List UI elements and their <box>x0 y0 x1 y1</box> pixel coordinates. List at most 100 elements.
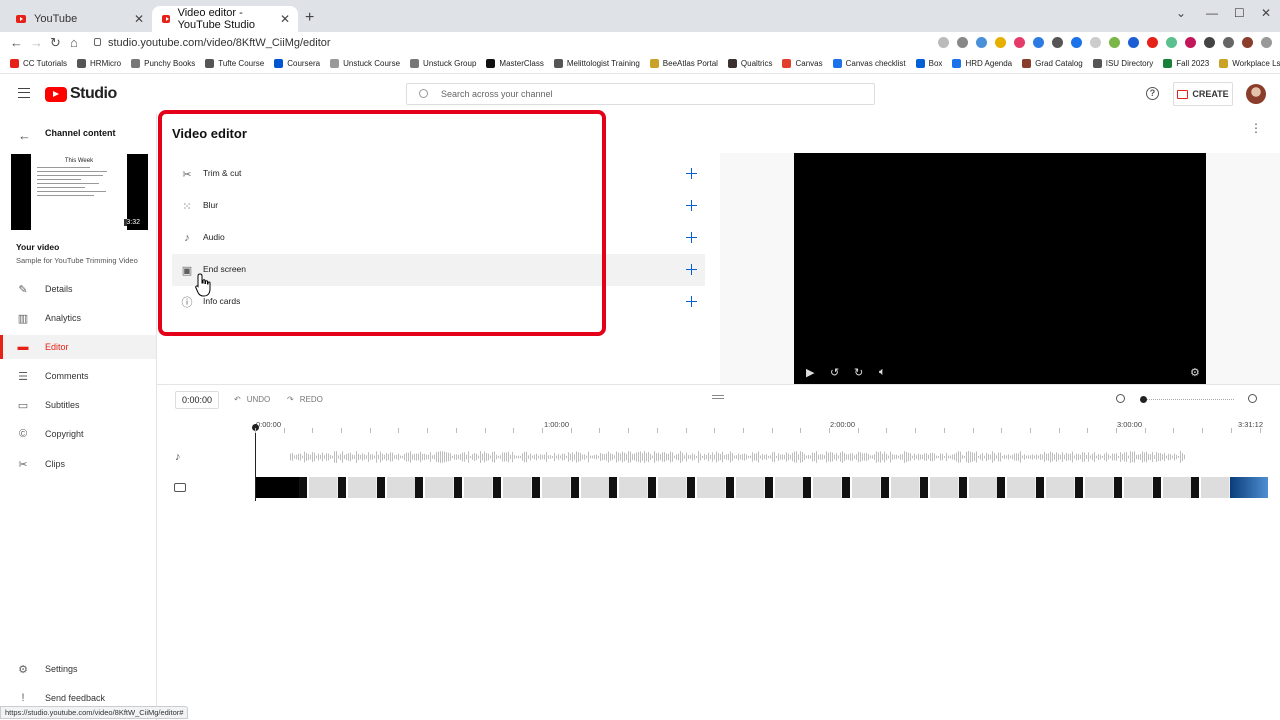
tool-audio[interactable]: ♪ Audio <box>172 222 705 254</box>
new-tab-icon[interactable]: + <box>305 9 314 27</box>
bookmark-item[interactable]: Workplace Lshp Bk <box>1219 59 1280 68</box>
extension-icon[interactable] <box>1185 37 1196 48</box>
forward-10-icon[interactable]: ↻ <box>854 366 863 379</box>
bookmark-item[interactable]: Unstuck Group <box>410 59 476 68</box>
bookmark-item[interactable]: Coursera <box>274 59 320 68</box>
sidebar-item-subtitles[interactable]: ▭ Subtitles <box>0 393 156 417</box>
extension-icon[interactable] <box>1147 37 1158 48</box>
resize-handle-icon[interactable] <box>712 395 724 399</box>
extension-icon[interactable] <box>1052 37 1063 48</box>
search-input[interactable]: Search across your channel <box>441 89 553 99</box>
close-tab-icon[interactable]: ✕ <box>280 12 290 26</box>
bookmark-item[interactable]: HRMicro <box>77 59 121 68</box>
extension-icon[interactable] <box>995 37 1006 48</box>
sidebar-item-details[interactable]: ✎ Details <box>0 277 156 301</box>
tab-video-editor[interactable]: Video editor - YouTube Studio ✕ <box>152 6 298 32</box>
tool-end-screen[interactable]: ▣ End screen <box>172 254 705 286</box>
bookmark-item[interactable]: Canvas <box>782 59 823 68</box>
back-arrow-icon[interactable]: ← <box>18 128 31 143</box>
volume-icon[interactable]: 🔈︎ <box>879 366 886 379</box>
sidebar-item-clips[interactable]: ✂ Clips <box>0 452 156 476</box>
tool-trim-cut[interactable]: ✂ Trim & cut <box>172 158 705 190</box>
bookmark-item[interactable]: Tufte Course <box>205 59 264 68</box>
add-icon[interactable] <box>686 264 697 275</box>
reload-icon[interactable]: ↻ <box>50 35 61 51</box>
video-filmstrip[interactable] <box>255 477 1269 498</box>
bookmark-item[interactable]: Melittologist Training <box>553 59 640 68</box>
bookmark-item[interactable]: Unstuck Course <box>330 59 400 68</box>
zoom-out-icon[interactable] <box>1116 394 1125 403</box>
search-box[interactable]: Search across your channel <box>406 83 875 105</box>
avatar[interactable] <box>1246 84 1266 104</box>
menu-kebab-icon[interactable] <box>1261 37 1272 48</box>
extension-icon[interactable] <box>1071 37 1082 48</box>
rewind-10-icon[interactable]: ↺ <box>830 366 839 379</box>
close-window-icon[interactable]: ✕ <box>1261 6 1271 20</box>
star-icon[interactable] <box>957 37 968 48</box>
extension-icon[interactable] <box>1033 37 1044 48</box>
forward-icon[interactable]: → <box>30 35 43 50</box>
home-icon[interactable]: ⌂ <box>70 35 78 50</box>
sidebar-item-settings[interactable]: ⚙ Settings <box>0 657 156 681</box>
bookmark-item[interactable]: ISU Directory <box>1092 59 1153 68</box>
sidepanel-icon[interactable] <box>1223 37 1234 48</box>
bookmark-item[interactable]: CC Tutorials <box>10 59 67 68</box>
add-icon[interactable] <box>686 296 697 307</box>
zoom-in-icon[interactable] <box>1248 394 1257 403</box>
bookmark-label: Coursera <box>287 59 321 68</box>
more-options-icon[interactable]: ⋮ <box>1250 122 1262 134</box>
playhead[interactable] <box>252 424 259 501</box>
bookmark-item[interactable]: HRD Agenda <box>952 59 1012 68</box>
extension-icon[interactable] <box>1090 37 1101 48</box>
sidebar-item-comments[interactable]: ☰ Comments <box>0 364 156 388</box>
bookmark-item[interactable]: MasterClass <box>486 59 544 68</box>
video-player[interactable] <box>794 153 1206 384</box>
ruler-tick <box>1001 428 1002 433</box>
extension-icon[interactable] <box>976 37 987 48</box>
play-icon[interactable]: ▶ <box>806 366 814 379</box>
share-icon[interactable] <box>938 37 949 48</box>
bookmark-item[interactable]: Box <box>915 59 942 68</box>
extension-icon[interactable] <box>1128 37 1139 48</box>
minimize-icon[interactable]: — <box>1206 6 1218 20</box>
extension-icon[interactable] <box>1014 37 1025 48</box>
tab-search-chevron-icon[interactable]: ⌄ <box>1176 6 1186 20</box>
gear-icon[interactable]: ⚙ <box>1190 366 1200 379</box>
maximize-icon[interactable]: ☐ <box>1234 6 1245 20</box>
undo-button[interactable]: ↶ UNDO <box>234 395 270 404</box>
bookmark-item[interactable]: Punchy Books <box>131 59 195 68</box>
create-button[interactable]: CREATE <box>1173 82 1233 106</box>
profile-icon[interactable] <box>1242 37 1253 48</box>
channel-content-link[interactable]: Channel content <box>45 128 116 138</box>
studio-logo[interactable]: Studio <box>45 85 117 103</box>
bookmark-item[interactable]: Canvas checklist <box>832 59 906 68</box>
back-icon[interactable]: ← <box>10 35 23 50</box>
audio-waveform[interactable] <box>290 450 1185 464</box>
add-icon[interactable] <box>686 168 697 179</box>
extension-icon[interactable] <box>1109 37 1120 48</box>
sidebar-item-analytics[interactable]: ▥ Analytics <box>0 306 156 330</box>
bookmark-label: Melittologist Training <box>566 59 640 68</box>
menu-icon[interactable] <box>18 88 30 98</box>
redo-button[interactable]: ↷ REDO <box>287 395 323 404</box>
tab-youtube[interactable]: YouTube ✕ <box>6 6 152 32</box>
puzzle-icon[interactable] <box>1204 37 1215 48</box>
bookmark-item[interactable]: BeeAtlas Portal <box>649 59 718 68</box>
bookmark-item[interactable]: Qualtrics <box>727 59 772 68</box>
sidebar-item-editor[interactable]: ▬ Editor <box>0 335 156 359</box>
video-thumbnail[interactable]: This Week 3:32 <box>11 154 148 230</box>
close-tab-icon[interactable]: ✕ <box>134 12 144 26</box>
zoom-slider-knob[interactable] <box>1140 396 1147 403</box>
url-field[interactable]: studio.youtube.com/video/8KftW_CiiMg/edi… <box>108 37 331 49</box>
extension-icon[interactable] <box>1166 37 1177 48</box>
tool-blur[interactable]: ⁙ Blur <box>172 190 705 222</box>
sidebar-item-copyright[interactable]: © Copyright <box>0 422 156 446</box>
tool-info-cards[interactable]: ⓘ Info cards <box>172 286 705 318</box>
bookmark-item[interactable]: Fall 2023 <box>1163 59 1209 68</box>
bookmark-item[interactable]: Grad Catalog <box>1022 59 1083 68</box>
timecode-field[interactable]: 0:00:00 <box>175 391 219 409</box>
help-icon[interactable]: ? <box>1146 87 1159 100</box>
add-icon[interactable] <box>686 200 697 211</box>
add-icon[interactable] <box>686 232 697 243</box>
zoom-track[interactable] <box>1144 399 1234 400</box>
